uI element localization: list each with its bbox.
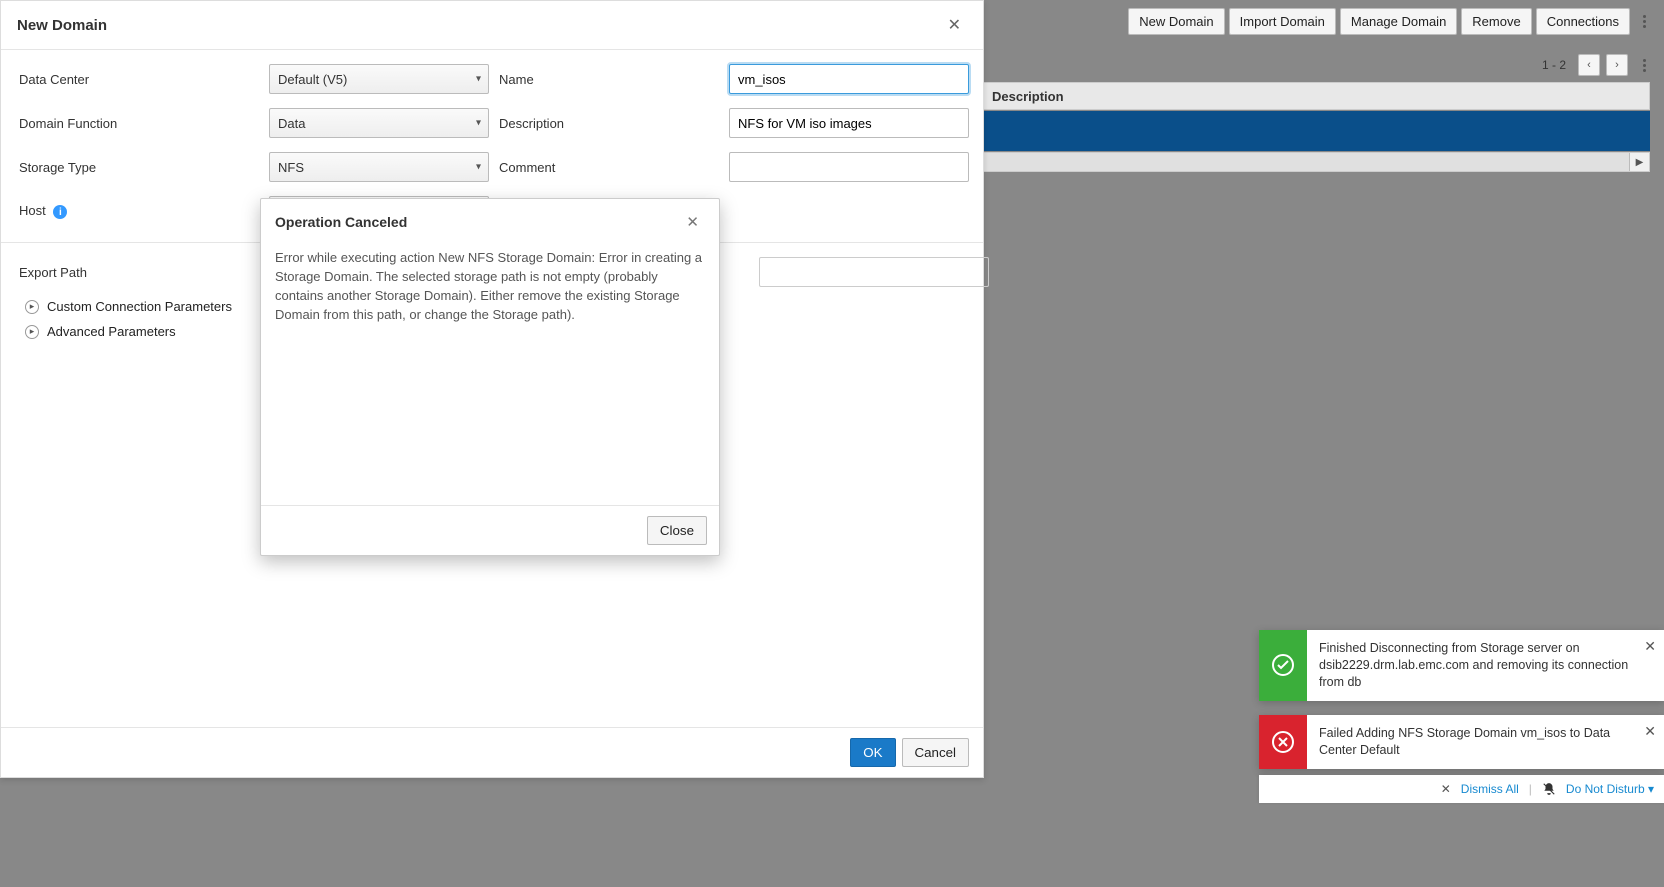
pager-range: 1 - 2 <box>1542 58 1566 72</box>
error-icon <box>1259 715 1307 769</box>
separator: | <box>1529 782 1532 796</box>
info-icon[interactable]: i <box>53 205 67 219</box>
toast-close-button[interactable]: ✕ <box>1644 723 1656 740</box>
toast-success: Finished Disconnecting from Storage serv… <box>1259 630 1664 701</box>
toast-error: Failed Adding NFS Storage Domain vm_isos… <box>1259 715 1664 769</box>
dismiss-all-close-icon[interactable]: ✕ <box>1441 782 1451 796</box>
pager: 1 - 2 ‹ › <box>1542 54 1650 76</box>
name-input[interactable] <box>729 64 969 94</box>
dialog-footer: OK Cancel <box>1 727 983 777</box>
label-host: Host i <box>19 203 259 220</box>
grid-column-description[interactable]: Description <box>984 89 1072 104</box>
label-host-text: Host <box>19 203 46 218</box>
label-name: Name <box>499 72 719 87</box>
label-comment: Comment <box>499 160 719 175</box>
error-dialog-title: Operation Canceled <box>275 214 407 230</box>
label-domain-function: Domain Function <box>19 116 259 131</box>
grid-row-selected[interactable] <box>983 111 1650 151</box>
error-dialog-close-icon[interactable]: ✕ <box>680 211 705 233</box>
dialog-header: New Domain ✕ <box>1 1 983 50</box>
label-data-center: Data Center <box>19 72 259 87</box>
expand-right-icon: ▸ <box>25 325 39 339</box>
new-domain-button[interactable]: New Domain <box>1128 8 1224 35</box>
toast-close-button[interactable]: ✕ <box>1644 638 1656 655</box>
connections-button[interactable]: Connections <box>1536 8 1630 35</box>
chevron-down-icon: ▾ <box>476 162 481 173</box>
toast-error-message: Failed Adding NFS Storage Domain vm_isos… <box>1307 715 1664 769</box>
data-center-select[interactable]: Default (V5) ▾ <box>269 64 489 94</box>
expand-right-icon: ▸ <box>25 300 39 314</box>
page-toolbar: New Domain Import Domain Manage Domain R… <box>1040 8 1650 35</box>
pager-overflow-menu[interactable] <box>1638 59 1650 72</box>
remove-button[interactable]: Remove <box>1461 8 1531 35</box>
label-storage-type: Storage Type <box>19 160 259 175</box>
dialog-title: New Domain <box>17 17 107 34</box>
ok-button[interactable]: OK <box>850 738 895 767</box>
description-input[interactable] <box>729 108 969 138</box>
error-dialog-footer: Close <box>261 505 719 555</box>
storage-type-select[interactable]: NFS ▾ <box>269 152 489 182</box>
label-export-path: Export Path <box>19 265 259 280</box>
import-domain-button[interactable]: Import Domain <box>1229 8 1336 35</box>
export-path-input[interactable] <box>759 257 989 287</box>
error-dialog-header: Operation Canceled ✕ <box>261 199 719 245</box>
custom-connection-label: Custom Connection Parameters <box>47 299 232 314</box>
manage-domain-button[interactable]: Manage Domain <box>1340 8 1457 35</box>
scroll-right-icon[interactable]: ▶ <box>1629 153 1649 171</box>
chevron-down-icon: ▾ <box>1648 782 1654 796</box>
grid-header: Description <box>983 82 1650 110</box>
cancel-button[interactable]: Cancel <box>902 738 970 767</box>
pager-next-button[interactable]: › <box>1606 54 1628 76</box>
bell-off-icon <box>1542 782 1556 796</box>
toast-action-bar: ✕ Dismiss All | Do Not Disturb ▾ <box>1259 775 1664 803</box>
chevron-down-icon: ▾ <box>476 74 481 85</box>
toast-success-message: Finished Disconnecting from Storage serv… <box>1307 630 1664 701</box>
do-not-disturb-link[interactable]: Do Not Disturb ▾ <box>1566 782 1654 796</box>
dialog-close-button[interactable]: ✕ <box>942 13 967 37</box>
operation-canceled-dialog: Operation Canceled ✕ Error while executi… <box>260 198 720 556</box>
dismiss-all-link[interactable]: Dismiss All <box>1461 782 1519 796</box>
advanced-params-label: Advanced Parameters <box>47 324 176 339</box>
storage-type-value: NFS <box>278 160 304 175</box>
comment-input[interactable] <box>729 152 969 182</box>
domain-function-value: Data <box>278 116 305 131</box>
pager-prev-button[interactable]: ‹ <box>1578 54 1600 76</box>
toolbar-overflow-menu[interactable] <box>1638 15 1650 28</box>
domain-function-select[interactable]: Data ▾ <box>269 108 489 138</box>
chevron-down-icon: ▾ <box>476 118 481 129</box>
label-description: Description <box>499 116 719 131</box>
data-center-value: Default (V5) <box>278 72 347 87</box>
grid-horizontal-scrollbar[interactable]: ▶ <box>983 152 1650 172</box>
error-dialog-close-button[interactable]: Close <box>647 516 707 545</box>
error-dialog-message: Error while executing action New NFS Sto… <box>261 245 719 505</box>
success-icon <box>1259 630 1307 701</box>
